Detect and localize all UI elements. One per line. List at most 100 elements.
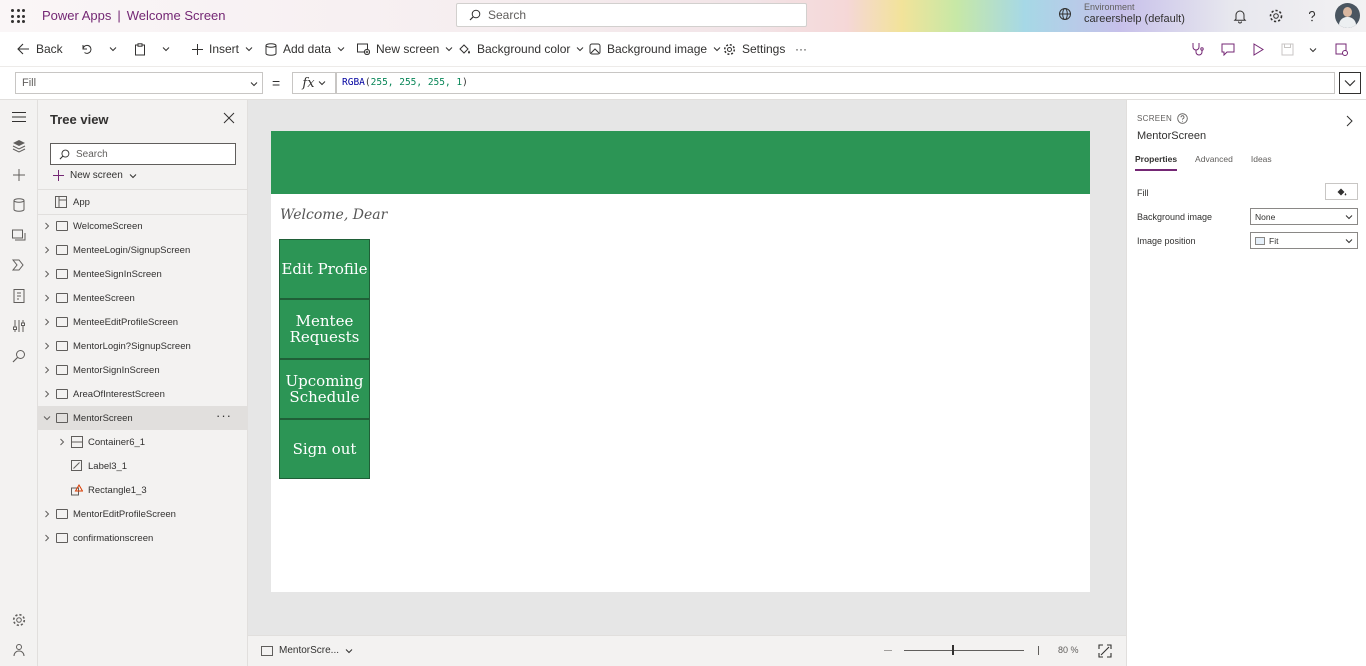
background-image-dropdown[interactable]: None xyxy=(1250,208,1358,225)
formula-input[interactable]: RGBA(255, 255, 255, 1) xyxy=(336,72,1335,94)
screen-selector[interactable]: MentorScre... xyxy=(261,645,353,656)
zoom-in-button[interactable] xyxy=(1038,646,1039,655)
settings-button[interactable]: Settings xyxy=(723,32,785,66)
back-button[interactable]: Back xyxy=(17,32,63,66)
mentee-requests-button[interactable]: Mentee Requests xyxy=(279,299,370,359)
zoom-slider-handle[interactable] xyxy=(952,645,954,655)
insert-plus-icon[interactable] xyxy=(11,167,27,183)
mentor-screen-preview[interactable]: Welcome, Dear Edit Profile Mentee Reques… xyxy=(271,131,1090,592)
hamburger-menu-icon[interactable] xyxy=(11,109,27,125)
upcoming-schedule-button[interactable]: Upcoming Schedule xyxy=(279,359,370,419)
fx-button[interactable]: fx xyxy=(292,72,336,94)
new-screen-button[interactable]: New screen xyxy=(357,32,453,66)
variables-icon[interactable] xyxy=(11,288,27,304)
plus-icon xyxy=(53,170,64,181)
welcome-label[interactable]: Welcome, Dear xyxy=(280,207,387,223)
preview-play-icon[interactable] xyxy=(1252,43,1264,56)
tree-item-screen[interactable]: WelcomeScreen xyxy=(38,214,248,238)
tree-item-screen[interactable]: MenteeEditProfileScreen xyxy=(38,310,248,334)
global-search-input[interactable]: Search xyxy=(456,3,807,27)
chevron-right-icon[interactable] xyxy=(43,318,51,326)
media-icon[interactable] xyxy=(11,227,27,243)
publish-icon[interactable] xyxy=(1335,43,1348,56)
expand-formula-button[interactable] xyxy=(1339,72,1361,94)
chevron-right-icon[interactable] xyxy=(43,222,51,230)
undo-chevron-down-icon[interactable] xyxy=(109,45,117,53)
chevron-down-icon xyxy=(577,47,584,52)
fill-color-picker[interactable] xyxy=(1325,183,1358,200)
tree-item-screen[interactable]: MentorEditProfileScreen xyxy=(38,502,248,526)
chevron-right-icon[interactable] xyxy=(1344,115,1354,127)
settings-gear-icon[interactable] xyxy=(11,612,27,628)
tree-item-screen[interactable]: MenteeLogin/SignupScreen xyxy=(38,238,248,262)
tree-item-screen[interactable]: MentorLogin?SignupScreen xyxy=(38,334,248,358)
zoom-slider[interactable] xyxy=(904,650,1024,651)
product-name[interactable]: Power Apps xyxy=(42,8,111,23)
comments-icon[interactable] xyxy=(1221,43,1235,56)
tree-search-input[interactable]: Search xyxy=(50,143,236,165)
chevron-right-icon[interactable] xyxy=(43,270,51,278)
tree-item-screen[interactable]: MentorSignInScreen xyxy=(38,358,248,382)
image-position-dropdown[interactable]: Fit xyxy=(1250,232,1358,249)
tab-ideas[interactable]: Ideas xyxy=(1251,154,1272,171)
chevron-down-icon[interactable] xyxy=(43,414,51,422)
help-question-icon[interactable] xyxy=(1304,8,1320,24)
tree-item-app[interactable]: App xyxy=(38,190,248,214)
properties-tabs: Properties Advanced Ideas xyxy=(1135,154,1272,171)
tree-item-container[interactable]: Container6_1 xyxy=(38,430,248,454)
notifications-bell-icon[interactable] xyxy=(1232,8,1248,24)
undo-button[interactable] xyxy=(80,32,92,66)
settings-gear-icon[interactable] xyxy=(1268,8,1284,24)
header-rectangle[interactable] xyxy=(271,131,1090,194)
paste-button[interactable] xyxy=(134,32,146,66)
help-circle-icon[interactable] xyxy=(1177,113,1188,124)
advanced-tools-icon[interactable] xyxy=(11,318,27,334)
tree-item-screen[interactable]: AreaOfInterestScreen xyxy=(38,382,248,406)
insert-button[interactable]: Insert xyxy=(192,32,253,66)
paste-chevron-down-icon[interactable] xyxy=(162,45,170,53)
zoom-out-button[interactable] xyxy=(884,650,892,651)
property-dropdown[interactable]: Fill xyxy=(15,72,263,94)
background-color-button[interactable]: Background color xyxy=(458,32,584,66)
tree-item-screen[interactable]: MenteeScreen xyxy=(38,286,248,310)
tab-properties[interactable]: Properties xyxy=(1135,154,1178,171)
chevron-right-icon[interactable] xyxy=(58,438,66,446)
user-avatar[interactable] xyxy=(1335,3,1360,28)
add-data-button[interactable]: Add data xyxy=(265,32,345,66)
tree-item-label-control[interactable]: Label3_1 xyxy=(38,454,248,478)
chevron-right-icon[interactable] xyxy=(43,366,51,374)
virtual-agent-icon[interactable] xyxy=(11,642,27,658)
chevron-right-icon[interactable] xyxy=(43,246,51,254)
environment-picker[interactable]: Environment careershelp (default) xyxy=(1058,2,1185,25)
tab-advanced[interactable]: Advanced xyxy=(1195,154,1233,171)
tree-item-label: MentorLogin?SignupScreen xyxy=(73,340,191,352)
more-commands-button[interactable]: ··· xyxy=(795,32,807,66)
plus-icon xyxy=(192,43,203,55)
tree-item-screen[interactable]: MenteeSignInScreen xyxy=(38,262,248,286)
sign-out-button[interactable]: Sign out xyxy=(279,419,370,479)
edit-profile-button[interactable]: Edit Profile xyxy=(279,239,370,299)
data-cylinder-icon[interactable] xyxy=(11,197,27,213)
app-checker-stethoscope-icon[interactable] xyxy=(1190,42,1204,56)
tree-item-screen[interactable]: confirmationscreen xyxy=(38,526,248,550)
tree-new-screen-button[interactable]: New screen xyxy=(53,170,137,181)
selected-control-name[interactable]: MentorScreen xyxy=(1137,130,1206,142)
app-launcher-icon[interactable] xyxy=(11,9,25,23)
save-chevron-down-icon[interactable] xyxy=(1309,46,1317,54)
chevron-right-icon[interactable] xyxy=(43,294,51,302)
save-icon[interactable] xyxy=(1281,43,1294,56)
fit-to-window-icon[interactable] xyxy=(1098,644,1112,658)
more-options-button[interactable]: ··· xyxy=(216,409,232,422)
chevron-right-icon[interactable] xyxy=(43,510,51,518)
background-image-button[interactable]: Background image xyxy=(589,32,721,66)
close-icon[interactable] xyxy=(223,112,235,124)
power-automate-icon[interactable] xyxy=(11,257,27,273)
chevron-right-icon[interactable] xyxy=(43,534,51,542)
design-canvas[interactable]: Welcome, Dear Edit Profile Mentee Reques… xyxy=(248,100,1126,635)
tree-view-layers-icon[interactable] xyxy=(11,138,27,154)
search-icon[interactable] xyxy=(11,348,27,364)
chevron-right-icon[interactable] xyxy=(43,342,51,350)
tree-item-rectangle[interactable]: Rectangle1_3 xyxy=(38,478,248,502)
chevron-right-icon[interactable] xyxy=(43,390,51,398)
tree-item-screen-selected[interactable]: MentorScreen ··· xyxy=(38,406,248,430)
